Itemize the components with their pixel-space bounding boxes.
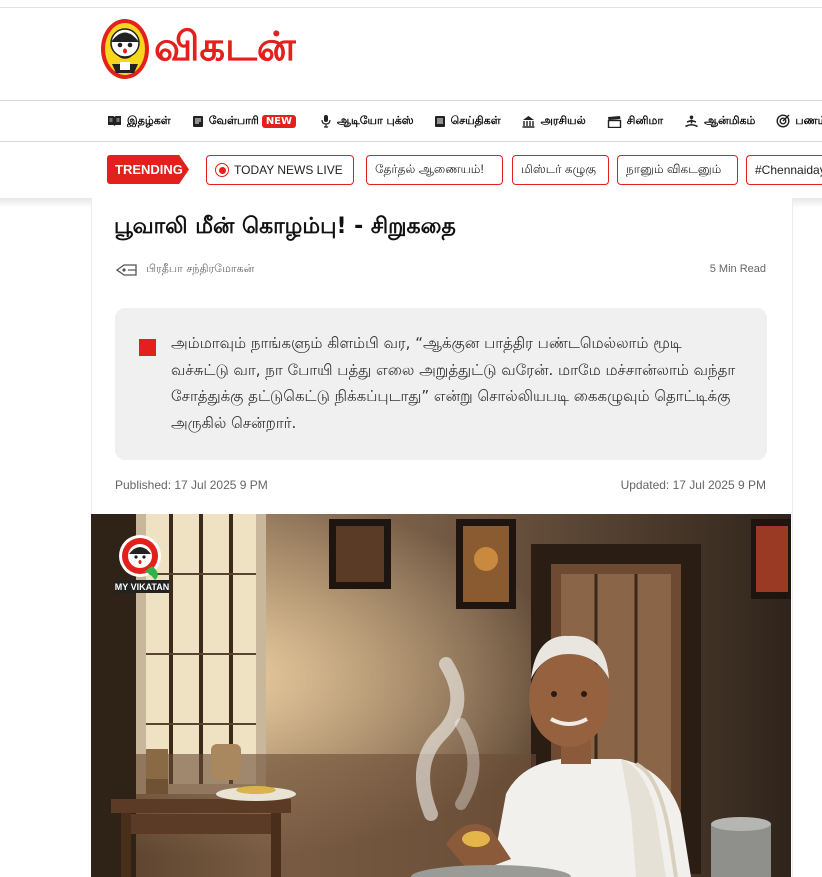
chip-label: தேர்தல் ஆணையம்! xyxy=(375,162,484,176)
nav-item-velpari[interactable]: வேள்பாரி NEW xyxy=(192,113,297,129)
hero-image xyxy=(91,514,791,877)
nav-label: ஆன்மிகம் xyxy=(704,113,756,127)
book-icon xyxy=(192,115,203,127)
chip-label: நானும் விகடனும் xyxy=(626,162,722,176)
meditation-icon xyxy=(685,115,699,127)
nav-item-news[interactable]: செய்திகள் xyxy=(434,114,501,129)
mascot-logo-icon xyxy=(101,19,149,79)
trending-chip-naanum-vikatanum[interactable]: நானும் விகடனும் xyxy=(617,155,738,185)
chip-label: TODAY NEWS LIVE xyxy=(234,163,343,177)
trending-label: TRENDING xyxy=(107,155,189,184)
main-nav: இதழ்கள் வேள்பாரி NEW ஆடியோ புக்ஸ் செய்தி… xyxy=(0,101,822,142)
my-vikatan-badge-label: MY VIKATAN xyxy=(115,582,170,592)
brand-wordmark: விகடன் xyxy=(154,23,296,70)
chip-label: மிஸ்டர் கழுகு xyxy=(521,162,596,176)
nav-label: வேள்பாரி xyxy=(208,113,259,127)
trending-chip-live-news[interactable]: TODAY NEWS LIVE xyxy=(206,155,354,185)
nav-item-politics[interactable]: அரசியல் xyxy=(521,114,586,129)
summary-text: அம்மாவும் நாங்களும் கிளம்பி வர, “ஆக்குன … xyxy=(171,334,736,432)
nav-item-spirituality[interactable]: ஆன்மிகம் xyxy=(684,114,755,129)
nav-label: ஆடியோ புக்ஸ் xyxy=(337,113,414,127)
nav-label: பணம் xyxy=(795,113,822,127)
pen-nib-icon xyxy=(116,263,137,276)
nav-label: அரசியல் xyxy=(540,113,586,127)
author-name[interactable]: பிரதீபா சந்திரமோகன் xyxy=(146,262,254,277)
trending-chip-chennai-day[interactable]: #Chennaiday xyxy=(746,155,822,185)
article-summary: அம்மாவும் நாங்களும் கிளம்பி வர, “ஆக்குன … xyxy=(115,308,767,460)
read-time: 5 Min Read xyxy=(709,263,766,275)
my-vikatan-badge-icon: MY VIKATAN xyxy=(115,535,170,593)
updated-date: Updated: 17 Jul 2025 9 PM xyxy=(620,478,766,492)
nav-label: செய்திகள் xyxy=(450,113,501,127)
new-badge: NEW xyxy=(261,114,297,128)
nav-item-money[interactable]: பணம் xyxy=(776,114,822,129)
top-divider xyxy=(0,7,822,8)
parliament-icon xyxy=(522,115,535,128)
book-open-icon xyxy=(108,116,121,126)
trending-chip-mister-kazhugu[interactable]: மிஸ்டர் கழுகு xyxy=(512,155,609,185)
nav-item-magazines[interactable]: இதழ்கள் xyxy=(107,114,171,129)
vikatan-logo[interactable]: விகடன் xyxy=(100,16,296,82)
nav-label: இதழ்கள் xyxy=(127,113,171,127)
chip-label: #Chennaiday xyxy=(755,163,822,177)
clapperboard-icon xyxy=(607,115,621,128)
article-title: பூவாலி மீன் கொழம்பு! - சிறுகதை xyxy=(114,214,456,239)
trending-bar: TRENDING TODAY NEWS LIVE தேர்தல் ஆணையம்!… xyxy=(0,143,822,198)
nav-item-cinema[interactable]: சினிமா xyxy=(607,114,663,129)
nav-label: சினிமா xyxy=(626,113,664,127)
published-date: Published: 17 Jul 2025 9 PM xyxy=(115,478,268,492)
newspaper-icon xyxy=(434,115,445,127)
target-icon xyxy=(776,114,790,128)
author-byline[interactable]: பிரதீபா சந்திரமோகன் xyxy=(116,262,254,277)
trending-chip-election-commission[interactable]: தேர்தல் ஆணையம்! xyxy=(366,155,503,185)
summary-bullet-icon xyxy=(139,339,156,356)
nav-item-audio-books[interactable]: ஆடியோ புக்ஸ் xyxy=(320,114,414,129)
microphone-icon xyxy=(321,115,331,128)
live-record-icon xyxy=(215,163,229,177)
